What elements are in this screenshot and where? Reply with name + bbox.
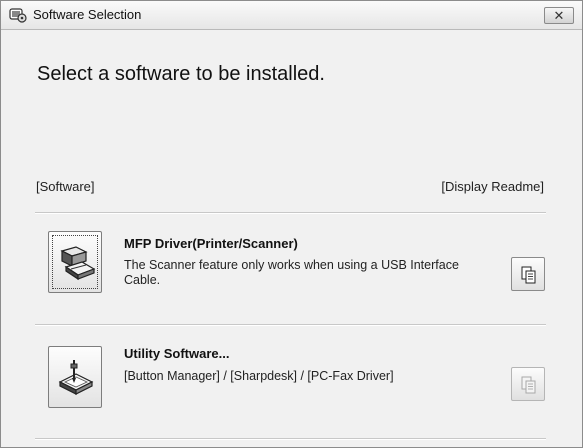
utility-software-icon bbox=[58, 360, 94, 395]
mfp-driver-title: MFP Driver(Printer/Scanner) bbox=[124, 236, 298, 251]
utility-software-title: Utility Software... bbox=[124, 346, 230, 361]
installer-icon bbox=[9, 6, 27, 24]
printer-scanner-icon bbox=[60, 246, 96, 281]
close-icon: ✕ bbox=[553, 8, 565, 23]
divider bbox=[35, 324, 546, 326]
title-bar[interactable]: Software Selection ✕ bbox=[1, 1, 582, 30]
window-title: Software Selection bbox=[33, 7, 142, 22]
close-button[interactable]: ✕ bbox=[544, 7, 574, 24]
readme-document-icon bbox=[521, 376, 536, 394]
display-readme-column-label: [Display Readme] bbox=[441, 179, 544, 194]
divider bbox=[35, 438, 546, 440]
utility-software-description: [Button Manager] / [Sharpdesk] / [PC-Fax… bbox=[124, 369, 394, 383]
software-column-label: [Software] bbox=[36, 179, 95, 194]
divider bbox=[35, 212, 546, 214]
readme-document-icon bbox=[521, 266, 536, 284]
utility-software-install-button[interactable] bbox=[48, 346, 102, 408]
utility-software-readme-button[interactable] bbox=[511, 367, 545, 401]
page-heading: Select a software to be installed. bbox=[37, 63, 325, 85]
software-selection-window: Software Selection ✕ Select a software t… bbox=[0, 0, 583, 448]
mfp-driver-install-button[interactable] bbox=[48, 231, 102, 293]
mfp-driver-readme-button[interactable] bbox=[511, 257, 545, 291]
mfp-driver-description: The Scanner feature only works when usin… bbox=[124, 258, 459, 287]
